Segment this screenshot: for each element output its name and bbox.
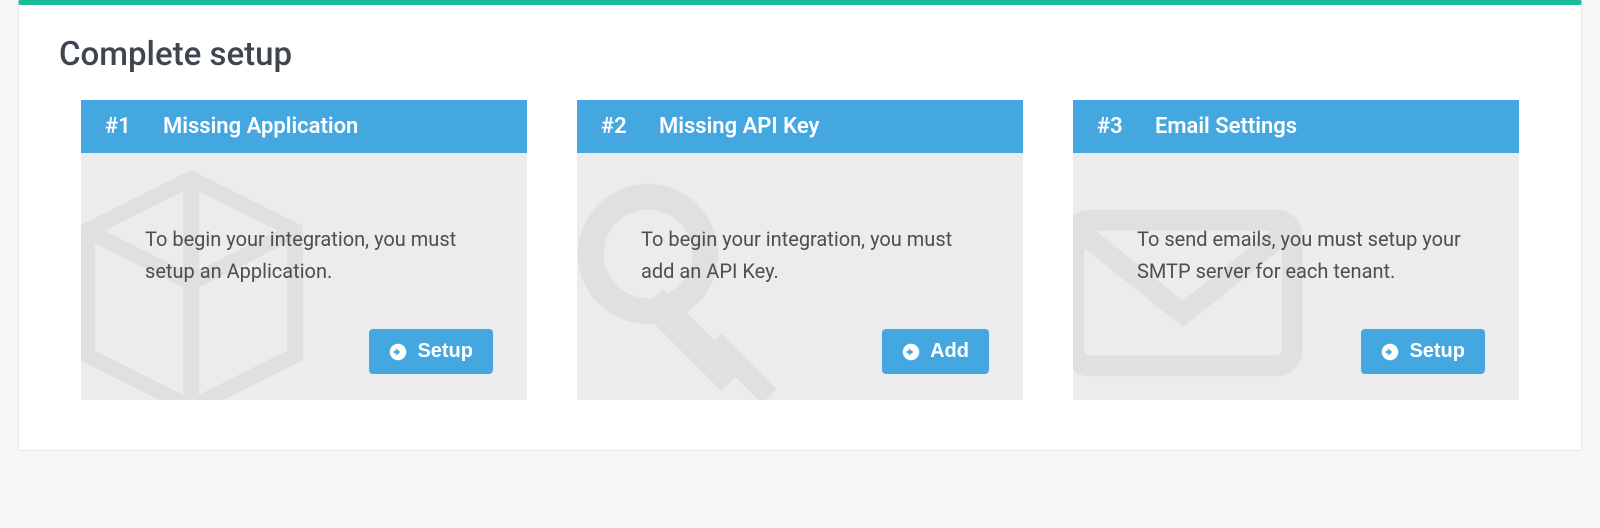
card-body: To send emails, you must setup your SMTP… [1073, 153, 1519, 400]
card-actions: Setup [1137, 329, 1485, 374]
card-description: To send emails, you must setup your SMTP… [1137, 223, 1485, 309]
card-actions: Add [641, 329, 989, 374]
card-description: To begin your integration, you must add … [641, 223, 989, 309]
add-api-key-button[interactable]: Add [882, 329, 989, 374]
arrow-right-icon [389, 343, 407, 361]
card-title: Missing API Key [659, 114, 819, 139]
card-number: #3 [1097, 114, 1125, 139]
setup-panel: Complete setup #1 Missing Application To… [18, 0, 1582, 451]
button-label: Setup [417, 340, 473, 363]
card-title: Missing Application [163, 114, 358, 139]
setup-application-button[interactable]: Setup [369, 329, 493, 374]
card-actions: Setup [145, 329, 493, 374]
button-label: Add [930, 340, 969, 363]
setup-email-button[interactable]: Setup [1361, 329, 1485, 374]
card-header: #1 Missing Application [81, 100, 527, 153]
button-label: Setup [1409, 340, 1465, 363]
card-body: To begin your integration, you must add … [577, 153, 1023, 400]
card-number: #1 [105, 114, 133, 139]
arrow-right-icon [1381, 343, 1399, 361]
arrow-right-icon [902, 343, 920, 361]
card-description: To begin your integration, you must setu… [145, 223, 493, 309]
setup-cards-row: #1 Missing Application To begin your int… [57, 100, 1543, 400]
page-title: Complete setup [59, 35, 1543, 74]
card-header: #3 Email Settings [1073, 100, 1519, 153]
card-title: Email Settings [1155, 114, 1297, 139]
setup-card-api-key: #2 Missing API Key To begin your integra… [577, 100, 1023, 400]
card-number: #2 [601, 114, 629, 139]
setup-card-application: #1 Missing Application To begin your int… [81, 100, 527, 400]
card-header: #2 Missing API Key [577, 100, 1023, 153]
setup-card-email: #3 Email Settings To send emails, you mu… [1073, 100, 1519, 400]
card-body: To begin your integration, you must setu… [81, 153, 527, 400]
